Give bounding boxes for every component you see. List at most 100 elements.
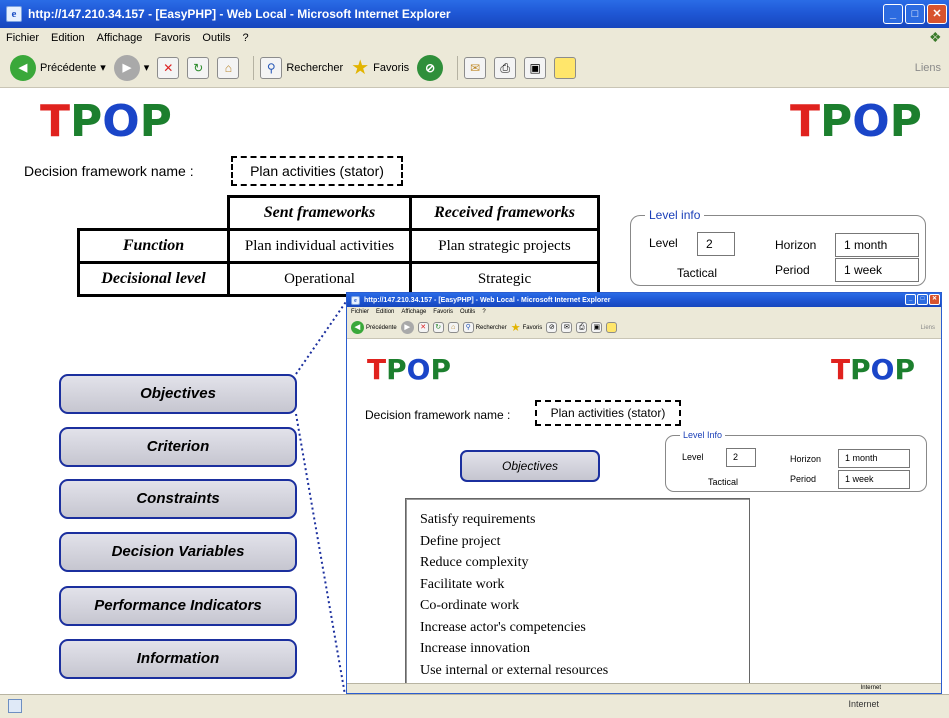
- period-input[interactable]: 1 week: [838, 470, 910, 489]
- constraints-button[interactable]: Constraints: [59, 479, 297, 519]
- horizon-input[interactable]: 1 month: [835, 233, 919, 257]
- level-info-group: Level info Level 2 Tactical Horizon 1 mo…: [630, 208, 926, 286]
- menu-favoris[interactable]: Favoris: [154, 32, 190, 44]
- decision-variables-button[interactable]: Decision Variables: [59, 532, 297, 572]
- inner-status-bar: Internet: [347, 683, 941, 693]
- table-row: Function Plan individual activities Plan…: [77, 228, 600, 264]
- media-icon[interactable]: ⊘: [417, 54, 444, 81]
- menu-fichier[interactable]: Fichier: [6, 32, 39, 44]
- information-button[interactable]: Information: [59, 639, 297, 679]
- favorites-button[interactable]: ★ Favoris: [511, 321, 543, 334]
- stop-icon[interactable]: ✕: [157, 56, 180, 79]
- forward-arrow-icon: ▶: [113, 54, 140, 81]
- ie-icon: e: [351, 295, 360, 305]
- back-button[interactable]: ◀ Précédente: [351, 321, 397, 334]
- list-item[interactable]: Define project: [420, 531, 749, 553]
- internet-zone-label: Internet: [848, 699, 879, 709]
- list-item[interactable]: Facilitate work: [420, 574, 749, 596]
- star-icon: ★: [351, 57, 370, 79]
- menu-affichage[interactable]: Affichage: [97, 32, 143, 44]
- horizon-input[interactable]: 1 month: [838, 449, 910, 468]
- inner-menu-bar: Fichier Edition Affichage Favoris Outils…: [347, 307, 941, 317]
- decision-framework-label: Decision framework name :: [365, 408, 511, 422]
- back-button[interactable]: ◀ Précédente ▾: [10, 54, 106, 81]
- performance-indicators-button[interactable]: Performance Indicators: [59, 586, 297, 626]
- header-sent-frameworks: Sent frameworks: [227, 195, 412, 231]
- window-title: http://147.210.34.157 - [EasyPHP] - Web …: [28, 7, 451, 21]
- forward-arrow-icon[interactable]: ▶: [400, 321, 414, 334]
- close-button[interactable]: ✕: [927, 4, 947, 24]
- home-icon[interactable]: ⌂: [217, 56, 240, 79]
- objectives-button[interactable]: Objectives: [460, 450, 600, 482]
- links-label[interactable]: Liens: [921, 325, 935, 331]
- list-item[interactable]: Satisfy requirements: [420, 509, 749, 531]
- objectives-list[interactable]: Satisfy requirements Define project Redu…: [405, 498, 750, 691]
- connector-line-bottom: [295, 413, 349, 713]
- level-label: Level: [649, 236, 678, 250]
- level-input[interactable]: 2: [726, 448, 756, 467]
- minimize-button[interactable]: _: [883, 4, 903, 24]
- table-header-row: Sent frameworks Received frameworks: [78, 195, 600, 231]
- decision-framework-name-field[interactable]: Plan activities (stator): [535, 400, 681, 426]
- decision-framework-label: Decision framework name :: [24, 163, 194, 179]
- status-bar: Internet: [0, 694, 949, 718]
- edit-icon[interactable]: ▣: [524, 56, 547, 79]
- header-received-frameworks: Received frameworks: [409, 195, 600, 231]
- menu-edition[interactable]: Edition: [376, 309, 394, 315]
- stop-icon[interactable]: ✕: [417, 322, 429, 333]
- list-item[interactable]: Use internal or external resources: [420, 660, 749, 682]
- list-item[interactable]: Increase actor's competencies: [420, 617, 749, 639]
- maximize-button[interactable]: □: [905, 4, 925, 24]
- inner-minimize-button[interactable]: _: [905, 294, 916, 305]
- print-icon[interactable]: ⎙: [494, 56, 517, 79]
- menu-outils[interactable]: Outils: [460, 309, 475, 315]
- menu-bar: Fichier Edition Affichage Favoris Outils…: [0, 28, 949, 48]
- menu-favoris[interactable]: Favoris: [433, 309, 453, 315]
- period-input[interactable]: 1 week: [835, 258, 919, 282]
- search-button[interactable]: ⚲ Rechercher: [260, 56, 343, 79]
- criterion-button[interactable]: Criterion: [59, 427, 297, 467]
- horizon-label: Horizon: [775, 238, 817, 252]
- edit-icon[interactable]: ▣: [591, 322, 603, 333]
- list-item[interactable]: Reduce complexity: [420, 552, 749, 574]
- menu-fichier[interactable]: Fichier: [351, 309, 369, 315]
- objectives-button[interactable]: Objectives: [59, 374, 297, 414]
- level-input[interactable]: 2: [697, 232, 735, 256]
- refresh-icon[interactable]: ↻: [187, 56, 210, 79]
- home-icon[interactable]: ⌂: [447, 322, 459, 333]
- search-icon: ⚲: [462, 322, 474, 333]
- menu-help[interactable]: ?: [243, 32, 249, 44]
- menu-outils[interactable]: Outils: [202, 32, 230, 44]
- inner-toolbar: ◀ Précédente ▶ ✕ ↻ ⌂ ⚲ Rechercher ★ Favo…: [347, 317, 941, 339]
- favorites-button[interactable]: ★ Favoris: [351, 55, 409, 80]
- back-dropdown-icon[interactable]: ▾: [100, 61, 106, 74]
- row-label-function: Function: [77, 228, 230, 264]
- ippop-logo: TPOP: [40, 96, 172, 147]
- internet-zone-label: Internet: [860, 685, 881, 691]
- media-icon[interactable]: ⊘: [546, 322, 558, 333]
- list-item[interactable]: Increase innovation: [420, 638, 749, 660]
- cell-level-sent: Operational: [227, 261, 412, 297]
- mail-icon[interactable]: ✉: [561, 322, 573, 333]
- notes-icon[interactable]: [606, 322, 618, 333]
- forward-button[interactable]: ▶ ▾: [113, 54, 150, 81]
- refresh-icon[interactable]: ↻: [432, 322, 444, 333]
- horizon-label: Horizon: [790, 454, 822, 464]
- menu-affichage[interactable]: Affichage: [401, 309, 426, 315]
- menu-edition[interactable]: Edition: [51, 32, 85, 44]
- links-label[interactable]: Liens: [915, 62, 941, 74]
- row-label-decisional-level: Decisional level: [77, 261, 230, 297]
- search-button[interactable]: ⚲ Rechercher: [462, 322, 507, 333]
- ippop-logo: TPOP: [367, 353, 451, 386]
- menu-help[interactable]: ?: [482, 309, 485, 315]
- inner-close-button[interactable]: ✕: [929, 294, 940, 305]
- list-item[interactable]: Co-ordinate work: [420, 595, 749, 617]
- toolbar-separator: [457, 55, 459, 80]
- forward-dropdown-icon[interactable]: ▾: [144, 61, 150, 74]
- decision-framework-name-field[interactable]: Plan activities (stator): [231, 156, 403, 186]
- notes-icon[interactable]: [554, 56, 577, 79]
- mail-icon[interactable]: ✉: [464, 56, 487, 79]
- print-icon[interactable]: ⎙: [576, 322, 588, 333]
- back-arrow-icon: ◀: [10, 54, 36, 81]
- inner-maximize-button[interactable]: □: [917, 294, 928, 305]
